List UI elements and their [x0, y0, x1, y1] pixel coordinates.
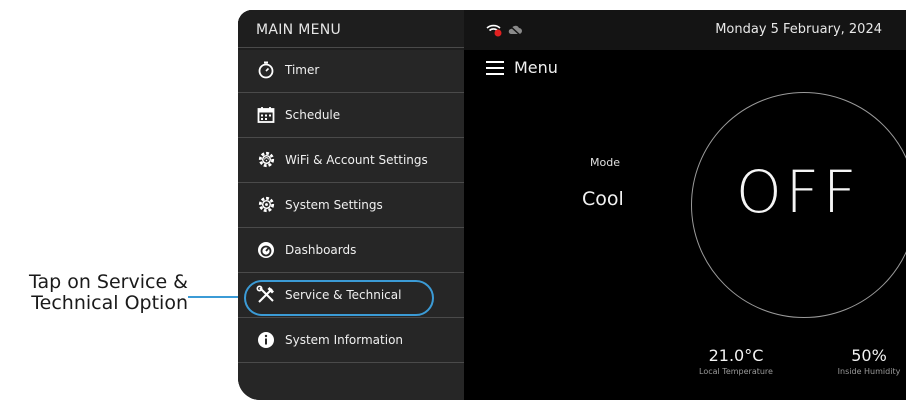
menu-item-schedule[interactable]: Schedule — [238, 92, 464, 136]
menu-item-timer[interactable]: Timer — [238, 47, 464, 91]
annotation-callout: Tap on Service & Technical Option — [0, 272, 188, 314]
annotation-line-1: Tap on Service & — [29, 271, 188, 293]
menu-toggle[interactable]: Menu — [486, 58, 558, 77]
menu-item-label: Timer — [285, 62, 320, 77]
timer-icon — [256, 60, 276, 80]
menu-item-label: WiFi & Account Settings — [285, 152, 428, 167]
menu-item-label: Dashboards — [285, 242, 357, 257]
hamburger-menu-icon — [486, 60, 504, 75]
status-bar: Monday 5 February, 2024 — [464, 10, 906, 50]
annotation-line-2: Technical Option — [31, 292, 188, 314]
temperature-value: 21.0°C — [708, 346, 764, 365]
calendar-icon — [256, 105, 276, 125]
cloud-offline-icon — [507, 22, 523, 41]
menu-item-label: System Settings — [285, 197, 383, 212]
menu-label: Menu — [514, 58, 558, 77]
current-date: Monday 5 February, 2024 — [715, 22, 882, 37]
main-menu-sidebar: MAIN MENU Timer Schedule WiFi & Account … — [238, 10, 464, 400]
main-menu-title: MAIN MENU — [238, 10, 464, 50]
mode-value[interactable]: Cool — [582, 188, 624, 210]
menu-item-label: System Information — [285, 332, 404, 347]
menu-item-wifi-account-settings[interactable]: WiFi & Account Settings — [238, 137, 464, 181]
humidity-reading: 50% Inside Humidity — [824, 346, 906, 376]
menu-item-dashboards[interactable]: Dashboards — [238, 227, 464, 271]
service-technical-highlight-ring — [244, 280, 434, 316]
thermostat-screen: MAIN MENU Timer Schedule WiFi & Account … — [238, 10, 906, 400]
info-icon — [256, 330, 276, 350]
menu-item-system-information[interactable]: System Information — [238, 317, 464, 361]
temperature-label: Local Temperature — [699, 367, 773, 376]
menu-item-label: Schedule — [285, 107, 341, 122]
menu-divider — [238, 362, 464, 364]
menu-item-system-settings[interactable]: System Settings — [238, 182, 464, 226]
wifi-settings-icon — [256, 150, 276, 170]
dashboard-icon — [256, 240, 276, 260]
humidity-value: 50% — [851, 346, 887, 365]
gear-icon — [256, 195, 276, 215]
mode-label: Mode — [590, 156, 620, 169]
power-state: OFF — [736, 158, 861, 226]
wifi-disconnected-icon — [486, 22, 503, 41]
humidity-label: Inside Humidity — [837, 367, 901, 376]
temperature-reading: 21.0°C Local Temperature — [686, 346, 786, 376]
